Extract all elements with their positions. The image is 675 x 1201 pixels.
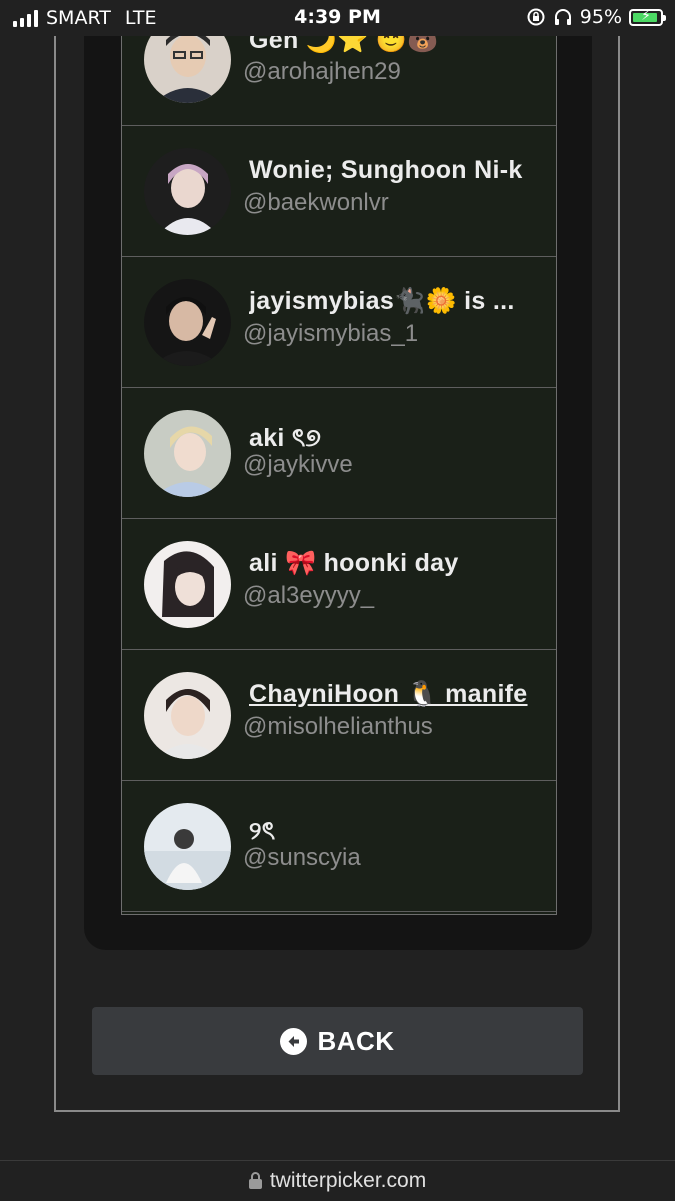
display-name[interactable]: ali 🎀 hoonki day <box>249 549 556 578</box>
display-name[interactable]: ChayniHoon 🐧 manife <box>249 680 556 709</box>
lock-icon <box>248 1172 262 1189</box>
display-name[interactable]: Gen 🌙⭐ 😇🐻 <box>249 36 556 55</box>
user-handle: @jayismybias_1 <box>243 320 419 347</box>
avatar[interactable] <box>144 803 231 890</box>
list-item[interactable]: ChayniHoon 🐧 manife @misolhelianthus <box>122 650 556 781</box>
url-bar[interactable]: twitterpicker.com <box>0 1160 675 1201</box>
status-right: 95% ⚡ <box>526 6 666 28</box>
status-bar: SMART LTE 4:39 PM 95% ⚡ <box>0 0 675 36</box>
user-handle: @baekwonlvr <box>243 189 389 216</box>
avatar[interactable] <box>144 672 231 759</box>
user-handle: @arohajhen29 <box>243 58 401 85</box>
list-item[interactable]: ali 🎀 hoonki day @al3eyyyy_ <box>122 519 556 650</box>
list-item[interactable]: Gen 🌙⭐ 😇🐻 @arohajhen29 <box>122 36 556 126</box>
avatar[interactable] <box>144 148 231 235</box>
arrow-left-circle-icon <box>280 1027 308 1055</box>
battery-icon: ⚡ <box>629 8 666 26</box>
list-item[interactable]: Wonie; Sunghoon Ni-k @baekwonlvr <box>122 126 556 257</box>
orientation-lock-icon <box>527 8 545 26</box>
list-item[interactable]: ୨ৎ @sunscyia <box>122 781 556 912</box>
display-name[interactable]: Wonie; Sunghoon Ni-k <box>249 156 556 185</box>
avatar[interactable] <box>144 36 231 103</box>
user-handle: @al3eyyyy_ <box>243 582 375 609</box>
back-button[interactable]: BACK <box>92 1007 583 1075</box>
display-name[interactable]: jayismybias🐈‍⬛🌼 is ... <box>249 287 556 316</box>
back-button-label: BACK <box>317 1025 395 1056</box>
headphones-icon <box>554 9 571 25</box>
avatar[interactable] <box>144 410 231 497</box>
url-domain[interactable]: twitterpicker.com <box>270 1169 426 1193</box>
user-handle: @jaykivve <box>243 451 353 478</box>
user-handle: @misolhelianthus <box>243 713 433 740</box>
battery-percent: 95% <box>579 6 622 28</box>
avatar[interactable] <box>144 279 231 366</box>
user-list[interactable]: Gen 🌙⭐ 😇🐻 @arohajhen29 Wonie; Sunghoon N… <box>121 36 557 915</box>
list-item[interactable]: jayismybias🐈‍⬛🌼 is ... @jayismybias_1 <box>122 257 556 388</box>
list-item[interactable]: aki ৎ୭ @jaykivve <box>122 388 556 519</box>
user-handle: @sunscyia <box>243 844 361 871</box>
avatar[interactable] <box>144 541 231 628</box>
